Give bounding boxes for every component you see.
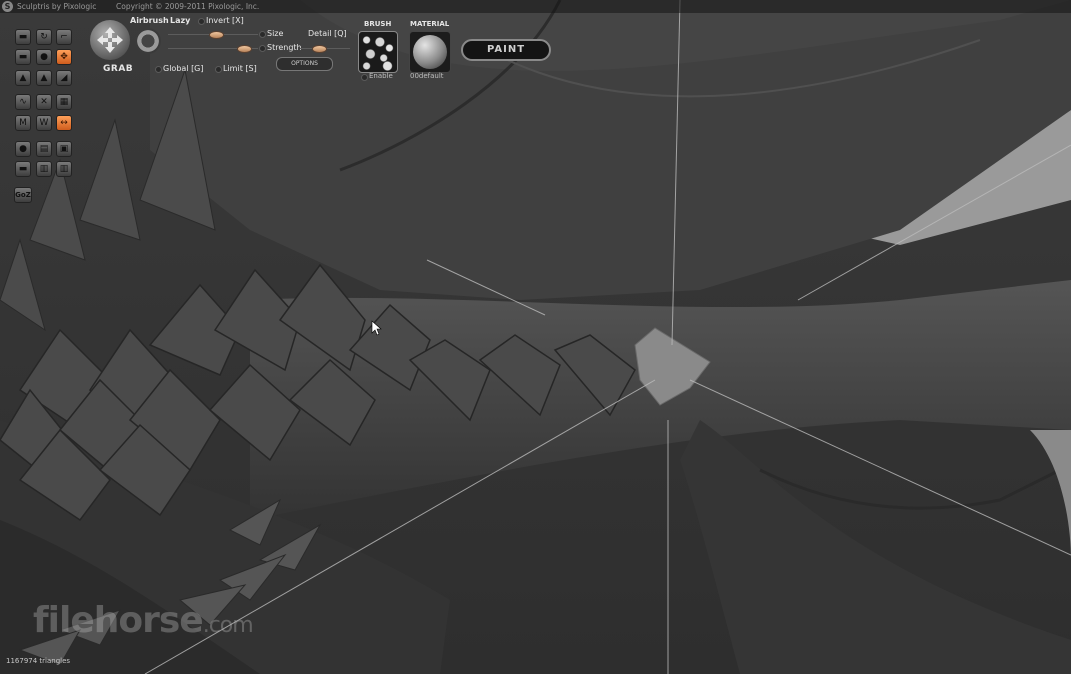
watermark-tld: .com [202,613,254,638]
smooth-tool-button[interactable]: ▲ [36,70,52,86]
brush-enable-radio[interactable] [361,74,368,81]
grab-tool-icon: ✥ [60,51,68,62]
grab-tool-button[interactable] [90,20,130,60]
smooth-icon: ▲ [40,72,48,83]
sphere-icon: ● [19,143,27,154]
app-title: Sculptris by Pixologic [17,2,97,11]
flatten-icon: ▬ [18,51,28,62]
flatten-tool-button[interactable]: ▬ [15,49,31,65]
airbrush-toggle[interactable]: Airbrush [130,16,169,25]
symmetry-icon: ↔ [60,117,68,128]
material-sphere-icon [413,35,447,69]
inflate-tool-button[interactable]: ● [36,49,52,65]
filehorse-watermark: filehorse.com [33,600,254,641]
save-icon: ▥ [39,163,49,174]
goz-label: GoZ [15,190,31,199]
copyright-text: Copyright © 2009-2011 Pixologic, Inc. [116,2,260,11]
pinch-icon: ▲ [19,72,27,83]
export-tool-button[interactable]: ▥ [56,161,72,177]
global-radio[interactable] [155,66,162,73]
sculpt-viewport[interactable] [0,0,1071,674]
cross-tool-button[interactable]: ✕ [36,94,52,110]
triangle-count: 1167974 triangles [6,657,71,665]
sphere-tool-button[interactable]: ● [15,141,31,157]
options-button[interactable]: OPTIONS [276,57,333,71]
strength-radio[interactable] [259,45,266,52]
size-slider-handle[interactable] [209,31,224,39]
paint-button[interactable]: PAINT [461,39,551,61]
limit-label: Limit [S] [223,64,257,73]
goz-button[interactable]: GoZ [14,187,32,203]
pinch-tool-button[interactable]: ▲ [15,70,31,86]
minus-tool-button[interactable]: ▬ [15,161,31,177]
strength-slider-handle[interactable] [237,45,252,53]
scale-tool-button[interactable]: ◢ [56,70,72,86]
brush-enable-label: Enable [369,72,393,80]
draw-icon: ▬ [18,31,28,42]
limit-radio[interactable] [215,66,222,73]
watermark-brand: filehorse [33,600,204,641]
wave-tool-button[interactable]: W [36,115,52,131]
open-icon: ▤ [39,143,49,154]
minus-icon: ▬ [18,163,28,174]
mirror-icon: M [19,117,27,128]
material-name: 00default [410,72,444,80]
curve-icon: ∿ [19,96,27,107]
crease-icon: ⌐ [60,31,68,42]
lazy-toggle[interactable]: Lazy [170,16,190,25]
grab-tool-tool-button[interactable]: ✥ [56,49,72,65]
material-swatch[interactable] [409,31,451,73]
rotate-icon: ↻ [40,31,48,42]
obj-tool-button[interactable]: ▣ [56,141,72,157]
wave-icon: W [39,117,49,128]
material-label: MATERIAL [410,20,450,28]
invert-radio[interactable] [198,18,205,25]
inflate-icon: ● [40,51,48,62]
brush-label: BRUSH [364,20,392,28]
open-tool-button[interactable]: ▤ [36,141,52,157]
grid-tool-button[interactable]: ▦ [56,94,72,110]
detail-label: Detail [Q] [308,29,347,38]
curve-tool-button[interactable]: ∿ [15,94,31,110]
save-tool-button[interactable]: ▥ [36,161,52,177]
grid-icon: ▦ [59,96,69,107]
active-tool-label: GRAB [103,64,134,74]
detail-slider-handle[interactable] [312,45,327,53]
brush-texture-swatch[interactable] [358,31,398,73]
mirror-tool-button[interactable]: M [15,115,31,131]
cross-icon: ✕ [40,96,48,107]
global-label: Global [G] [163,64,204,73]
size-radio[interactable] [259,31,266,38]
sculptris-logo-icon: S [2,1,13,12]
crease-tool-button[interactable]: ⌐ [56,29,72,45]
invert-label: Invert [X] [206,16,244,25]
obj-icon: ▣ [59,143,69,154]
grab-arrows-icon [97,27,123,53]
symmetry-tool-button[interactable]: ↔ [56,115,72,131]
brush-ring-icon[interactable] [135,28,161,54]
title-bar: S Sculptris by Pixologic Copyright © 200… [0,0,1071,13]
strength-label: Strength [267,43,302,52]
rotate-tool-button[interactable]: ↻ [36,29,52,45]
size-label: Size [267,29,284,38]
scale-icon: ◢ [60,72,68,83]
export-icon: ▥ [59,163,69,174]
draw-tool-button[interactable]: ▬ [15,29,31,45]
